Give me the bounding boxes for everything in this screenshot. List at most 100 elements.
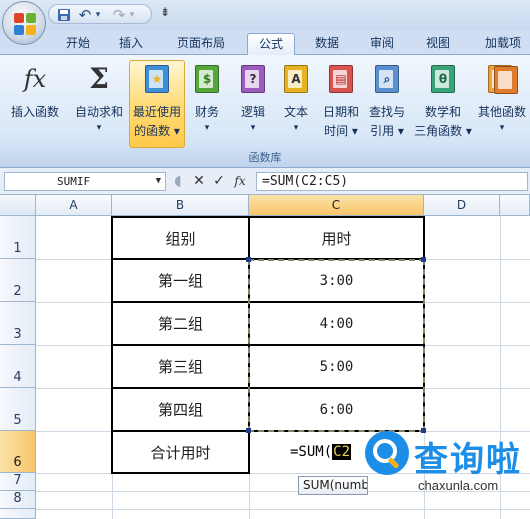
column-header-d[interactable]: D [424, 195, 500, 216]
quick-access-toolbar: ↶ ▾ ↷ ▾ ⇟ [0, 0, 530, 30]
office-logo-icon [14, 13, 36, 35]
undo-dropdown-icon[interactable]: ▾ [93, 7, 103, 23]
column-header-b[interactable]: B [112, 195, 249, 216]
recently-used-button[interactable]: ★ 最近使用 的函数 ▾ [129, 60, 185, 148]
cell-b6[interactable]: 合计用时 [113, 432, 248, 472]
cell-c1[interactable]: 用时 [250, 218, 423, 258]
cancel-icon[interactable]: ✕ [191, 172, 207, 190]
autosum-button[interactable]: Σ 自动求和 ▾ [70, 61, 128, 147]
gridline [36, 509, 530, 510]
chevron-down-icon[interactable]: ▼ [156, 173, 161, 190]
chevron-down-icon: ▾ [204, 123, 210, 133]
star-book-icon: ★ [141, 63, 173, 95]
cell-c6-editor[interactable]: =SUM(C2 [290, 442, 352, 462]
ribbon-tab-strip: 开始 插入 页面布局 公式 数据 审阅 视图 加载项 [0, 30, 530, 55]
redo-icon[interactable]: ↷ [111, 7, 127, 23]
text-book-icon: A [280, 63, 312, 95]
row-header-2[interactable]: 2 [0, 259, 36, 302]
formula-input[interactable]: =SUM(C2:C5) [256, 172, 528, 191]
text-label: 文本 [283, 105, 308, 119]
row-header-6[interactable]: 6 [0, 431, 36, 473]
recently-used-label: 最近使用 的函数 ▾ [132, 105, 181, 138]
select-all-corner[interactable] [0, 195, 36, 216]
text-button[interactable]: A 文本 ▾ [276, 61, 316, 147]
lookup-reference-button[interactable]: ⌕ 查找与 引用 ▾ [364, 61, 410, 147]
financial-label: 财务 [194, 105, 219, 119]
cell-b4[interactable]: 第三组 [113, 346, 248, 387]
name-box-value: SUMIF [57, 175, 91, 188]
fx-icon: fx [23, 65, 47, 93]
financial-button[interactable]: $ 财务 ▾ [186, 61, 228, 147]
insert-function-fx-icon[interactable]: fx [230, 172, 250, 190]
watermark-logo-icon [365, 431, 409, 475]
magnifier-book-icon: ⌕ [371, 63, 403, 95]
save-icon[interactable] [55, 7, 73, 23]
date-time-button[interactable]: ▤ 日期和 时间 ▾ [318, 61, 364, 147]
tab-home[interactable]: 开始 [58, 33, 98, 55]
office-button[interactable] [2, 1, 46, 45]
range-handle[interactable] [246, 257, 251, 262]
tab-insert[interactable]: 插入 [111, 33, 151, 55]
edit-prefix: =SUM( [290, 444, 333, 460]
tab-formulas[interactable]: 公式 [247, 33, 295, 55]
redo-dropdown-icon[interactable]: ▾ [127, 7, 137, 23]
insert-function-button[interactable]: fx 插入函数 [4, 61, 66, 147]
formula-bar-circle-icon: ◖ [174, 173, 182, 189]
column-header-e[interactable] [500, 195, 530, 216]
more-functions-icon [486, 63, 518, 95]
table-border [111, 472, 249, 474]
row-header-4[interactable]: 4 [0, 345, 36, 388]
edit-range-reference: C2 [332, 444, 352, 460]
group-caption: 函数库 [0, 149, 530, 167]
row-header-8[interactable]: 8 [0, 491, 36, 509]
calendar-book-icon: ▤ [325, 63, 357, 95]
logical-label: 逻辑 [240, 105, 265, 119]
row-header-1[interactable]: 1 [0, 216, 36, 259]
range-handle[interactable] [421, 257, 426, 262]
range-selection-marquee [248, 259, 425, 432]
row-header-9[interactable] [0, 509, 36, 519]
row-header-3[interactable]: 3 [0, 302, 36, 345]
row-header-5[interactable]: 5 [0, 388, 36, 431]
logical-button[interactable]: ? 逻辑 ▾ [232, 61, 274, 147]
watermark-brand: 查询啦 [414, 440, 522, 480]
sigma-icon: Σ [89, 62, 109, 95]
ribbon-function-library: fx 插入函数 Σ 自动求和 ▾ ★ 最近使用 的函数 ▾ $ 财务 ▾ ? 逻辑… [0, 55, 530, 168]
financial-book-icon: $ [191, 63, 223, 95]
date-time-label: 日期和 时间 ▾ [322, 105, 359, 138]
lookup-reference-label: 查找与 引用 ▾ [368, 105, 405, 138]
tab-page-layout[interactable]: 页面布局 [168, 33, 234, 55]
more-functions-label: 其他函数 [477, 105, 526, 119]
customize-toolbar-icon[interactable]: ⇟ [160, 5, 170, 19]
column-header-a[interactable]: A [36, 195, 112, 216]
chevron-down-icon: ▾ [293, 123, 299, 133]
cell-b1[interactable]: 组别 [113, 218, 248, 258]
watermark-url: chaxunla.com [418, 478, 499, 493]
insert-function-label: 插入函数 [10, 105, 59, 119]
name-box[interactable]: SUMIF ▼ [4, 172, 166, 191]
chevron-down-icon: ▾ [499, 123, 505, 133]
math-trig-label: 数学和 三角函数 ▾ [414, 105, 472, 138]
enter-icon[interactable]: ✓ [211, 172, 227, 190]
autosum-label: 自动求和 [74, 105, 123, 119]
function-tooltip[interactable]: SUM(number1, [number2], ...) [298, 476, 368, 495]
cell-b5[interactable]: 第四组 [113, 389, 248, 430]
column-header-c[interactable]: C [249, 195, 424, 216]
tab-data[interactable]: 数据 [307, 33, 347, 55]
theta-book-icon: θ [427, 63, 459, 95]
formula-bar: SUMIF ▼ ◖ ✕ ✓ fx =SUM(C2:C5) [0, 168, 530, 195]
quick-access-group: ↶ ▾ ↷ ▾ [48, 4, 152, 24]
tab-view[interactable]: 视图 [418, 33, 458, 55]
tab-addins[interactable]: 加载项 [476, 33, 530, 55]
math-trig-button[interactable]: θ 数学和 三角函数 ▾ [414, 61, 472, 147]
row-header-7[interactable]: 7 [0, 473, 36, 491]
logical-book-icon: ? [237, 63, 269, 95]
undo-icon[interactable]: ↶ [77, 7, 93, 23]
chevron-down-icon: ▾ [250, 123, 256, 133]
chevron-down-icon: ▾ [96, 123, 102, 133]
cell-b2[interactable]: 第一组 [113, 260, 248, 301]
range-handle[interactable] [246, 428, 251, 433]
cell-b3[interactable]: 第二组 [113, 303, 248, 344]
tab-review[interactable]: 审阅 [362, 33, 402, 55]
more-functions-button[interactable]: 其他函数 ▾ [474, 61, 530, 147]
